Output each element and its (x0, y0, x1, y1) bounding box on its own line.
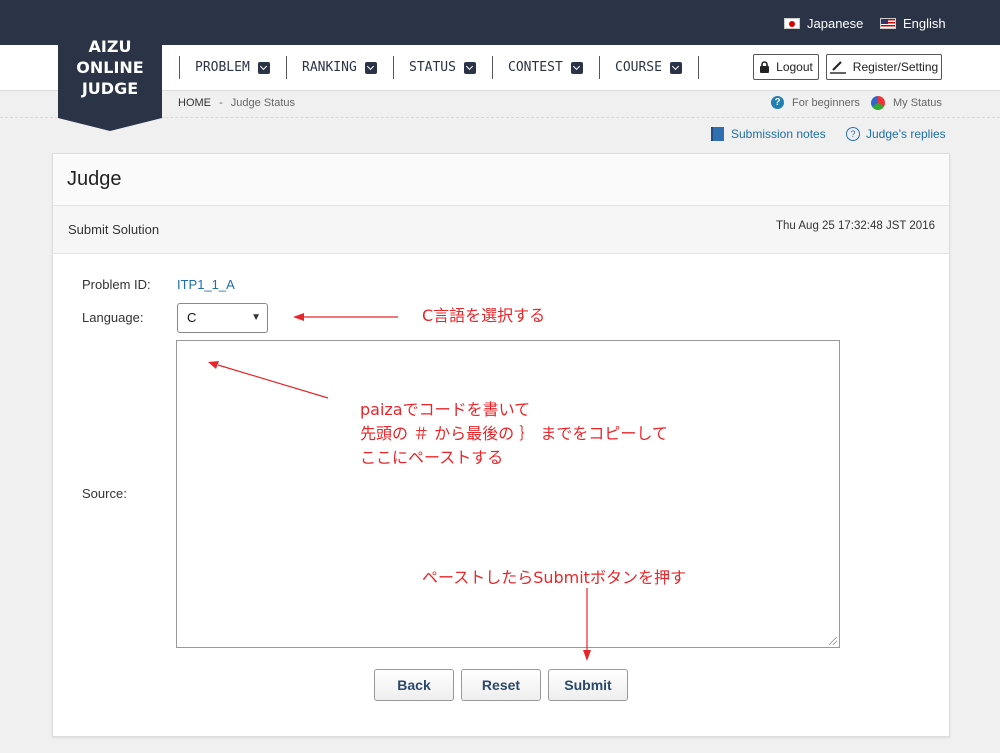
question-icon: ? (771, 96, 784, 109)
notebook-icon (711, 127, 724, 141)
judges-replies-link[interactable]: ? Judge's replies (846, 127, 946, 141)
annotation-paste-code: paizaでコードを書いて 先頭の ＃ から最後の ｝ までをコピーして ここに… (360, 400, 668, 467)
source-textarea[interactable] (176, 340, 840, 648)
nav-separator (698, 56, 699, 79)
back-button[interactable]: Back (374, 669, 454, 701)
nav-separator (599, 56, 600, 79)
dropdown-icon (570, 61, 583, 74)
question-circle-icon: ? (846, 127, 860, 141)
reset-button[interactable]: Reset (461, 669, 541, 701)
language-english[interactable]: English (880, 16, 946, 31)
japan-flag-icon (784, 18, 800, 29)
dropdown-icon (669, 61, 682, 74)
problem-id-link[interactable]: ITP1_1_A (177, 277, 235, 292)
source-label: Source: (82, 486, 127, 501)
nav-separator (492, 56, 493, 79)
resize-handle-icon[interactable] (829, 637, 837, 645)
chevron-down-icon: ▼ (251, 312, 261, 323)
panel-header: Judge (53, 154, 949, 206)
submit-button[interactable]: Submit (548, 669, 628, 701)
breadcrumb: HOME - Judge Status (178, 97, 296, 109)
nav-problem[interactable]: PROBLEM (195, 54, 270, 81)
nav-contest[interactable]: CONTEST (508, 54, 583, 81)
lock-icon (760, 61, 770, 73)
logo-text: AIZU ONLINE JUDGE (76, 37, 144, 98)
submit-solution-header: Submit Solution Thu Aug 25 17:32:48 JST … (53, 206, 949, 254)
annotation-press-submit: ペーストしたらSubmitボタンを押す (422, 568, 686, 587)
dropdown-icon (364, 61, 377, 74)
pencil-icon (829, 60, 846, 74)
language-japanese[interactable]: Japanese (784, 16, 863, 31)
dropdown-icon (463, 61, 476, 74)
my-status-link[interactable]: My Status (871, 96, 942, 110)
logout-button[interactable]: Logout (753, 54, 819, 80)
pie-chart-icon (871, 96, 885, 110)
page-title: Judge (67, 168, 122, 190)
for-beginners-link[interactable]: ? For beginners (771, 96, 860, 109)
nav-separator (393, 56, 394, 79)
section-title: Submit Solution (68, 222, 160, 237)
breadcrumb-current: Judge Status (230, 97, 296, 109)
problem-id-label: Problem ID: (82, 277, 151, 292)
nav-separator (286, 56, 287, 79)
register-setting-button[interactable]: Register/Setting (826, 54, 942, 80)
nav-status[interactable]: STATUS (409, 54, 476, 81)
timestamp: Thu Aug 25 17:32:48 JST 2016 (776, 220, 935, 232)
breadcrumb-home[interactable]: HOME (178, 97, 211, 109)
language-label: Language: (82, 310, 144, 325)
us-flag-icon (880, 18, 896, 29)
language-select[interactable]: C ▼ (177, 303, 268, 333)
nav-separator (179, 56, 180, 79)
nav-course[interactable]: COURSE (615, 54, 682, 81)
dropdown-icon (257, 61, 270, 74)
nav-ranking[interactable]: RANKING (302, 54, 377, 81)
submission-notes-link[interactable]: Submission notes (711, 127, 826, 141)
annotation-select-c: C言語を選択する (422, 306, 546, 325)
